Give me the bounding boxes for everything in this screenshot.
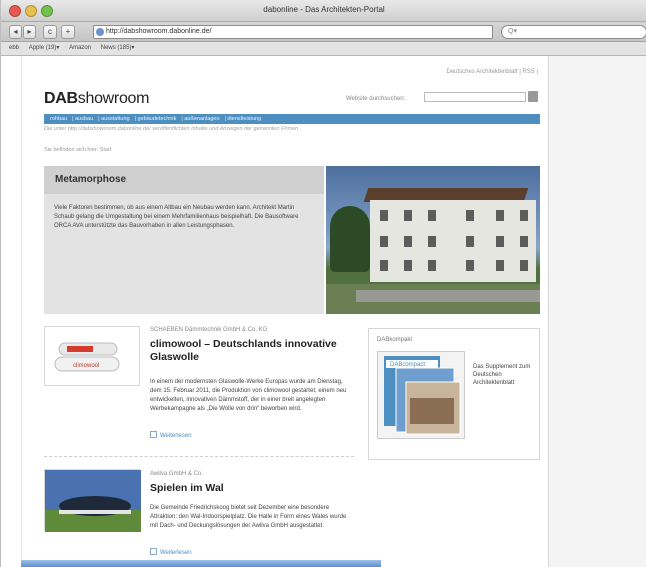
dabkompakt-text: Das Supplement zum Deutschen Architekten… xyxy=(473,364,531,386)
address-bar[interactable]: http://dabshowroom.dabonline.de/ xyxy=(93,25,493,39)
breadcrumb: Sie befinden sich hier: Start xyxy=(44,147,112,153)
site-search-button[interactable] xyxy=(528,91,538,102)
top-links[interactable]: Deutsches Architektenblatt | RSS | xyxy=(447,69,539,75)
article-image-wal[interactable] xyxy=(44,469,141,532)
nav-item-rohbau[interactable]: rohbau xyxy=(50,116,67,122)
bookmark-item[interactable]: ebb xyxy=(9,45,19,51)
article-text: In einem der modernsten Glaswolle-Werke … xyxy=(150,379,347,412)
product-label: climowool xyxy=(73,363,99,369)
building xyxy=(370,200,536,282)
article-company: SCHAEBEN Dämmtechnik GmbH & Co. KG xyxy=(150,327,268,333)
magazine-stack-image: DABcompact xyxy=(384,356,461,435)
dabkompakt-cover[interactable]: DABcompact xyxy=(377,351,465,439)
feature-photo[interactable] xyxy=(326,166,540,314)
address-text: http://dabshowroom.dabonline.de/ xyxy=(106,28,212,35)
nav-item-gebaeudetechnik[interactable]: gebäudetechnik xyxy=(138,116,177,122)
article-company: Awilva GmbH & Co. xyxy=(150,471,203,477)
logo-prefix: DAB xyxy=(44,90,78,107)
window-title: dabonline - Das Architekten-Portal xyxy=(263,5,385,14)
browser-window: dabonline - Das Architekten-Portal ◂ ▸ c… xyxy=(0,0,646,567)
whale-hall-image xyxy=(45,470,141,532)
dabkompakt-box: DABkompakt DABcompact Das Supplement zum… xyxy=(368,328,540,460)
article-title[interactable]: climowool – Deutschlands innovative Glas… xyxy=(150,338,340,364)
bookmark-item[interactable]: News (185)▾ xyxy=(101,45,135,51)
cover-label: DABcompact xyxy=(390,362,425,368)
title-bar: dabonline - Das Architekten-Portal xyxy=(1,0,646,22)
bookmark-item[interactable]: Apple (19)▾ xyxy=(29,45,60,51)
article-title[interactable]: Spielen im Wal xyxy=(150,482,340,495)
arrow-box-icon xyxy=(150,548,157,555)
logo-suffix: showroom xyxy=(77,90,150,107)
browser-toolbar: ◂ ▸ c + http://dabshowroom.dabonline.de/… xyxy=(1,22,646,42)
nav-item-ausbau[interactable]: ausbau xyxy=(75,116,93,122)
read-more-link[interactable]: Weiterlesen xyxy=(150,548,192,556)
browser-search-field[interactable]: Q▾ xyxy=(501,25,646,39)
site-favicon-icon xyxy=(96,28,104,36)
tree xyxy=(330,206,370,272)
status-bar xyxy=(21,560,381,567)
bookmark-item[interactable]: Amazon xyxy=(69,45,91,51)
page-background xyxy=(549,56,646,567)
dabkompakt-title: DABkompakt xyxy=(377,337,413,343)
site-search-input[interactable] xyxy=(424,92,526,102)
article-text: Die Gemeinde Friedrichskoog bietet seit … xyxy=(150,505,347,529)
article-image-climowool[interactable]: climowool xyxy=(44,326,140,386)
nav-item-aussenanlagen[interactable]: außenanlagen xyxy=(184,116,219,122)
tagline: Die unter http://dabshowroom.dabonline.d… xyxy=(44,126,299,132)
reload-button[interactable]: c xyxy=(43,25,57,39)
arrow-box-icon xyxy=(150,431,157,438)
road xyxy=(356,290,540,302)
page-viewport: Deutsches Architektenblatt | RSS | DABsh… xyxy=(1,56,646,567)
back-button[interactable]: ◂ xyxy=(9,25,22,39)
read-more-label: Weiterlesen xyxy=(160,433,192,439)
main-nav: rohbau | ausbau | ausstattung | gebäudetech… xyxy=(44,114,540,124)
read-more-label: Weiterlesen xyxy=(160,550,192,556)
insulation-rolls-image: climowool xyxy=(54,342,120,372)
divider xyxy=(44,456,354,457)
bookmarks-bar: ebb Apple (19)▾ Amazon News (185)▾ xyxy=(1,42,646,56)
feature-teaser[interactable]: Metamorphose Viele Faktoren bestimmen, o… xyxy=(44,166,324,314)
add-bookmark-button[interactable]: + xyxy=(61,25,75,39)
page-content: Deutsches Architektenblatt | RSS | DABsh… xyxy=(21,56,549,567)
site-search-label: Website durchsuchen: xyxy=(346,96,406,102)
forward-button[interactable]: ▸ xyxy=(23,25,36,39)
read-more-link[interactable]: Weiterlesen xyxy=(150,431,192,439)
feature-title[interactable]: Metamorphose xyxy=(44,166,324,194)
site-logo[interactable]: DABshowroom xyxy=(44,90,149,108)
nav-item-ausstattung[interactable]: ausstattung xyxy=(101,116,129,122)
feature-text: Viele Faktoren bestimmen, ob aus einem A… xyxy=(54,205,299,229)
nav-item-dienstleistung[interactable]: dienstleistung xyxy=(227,116,261,122)
